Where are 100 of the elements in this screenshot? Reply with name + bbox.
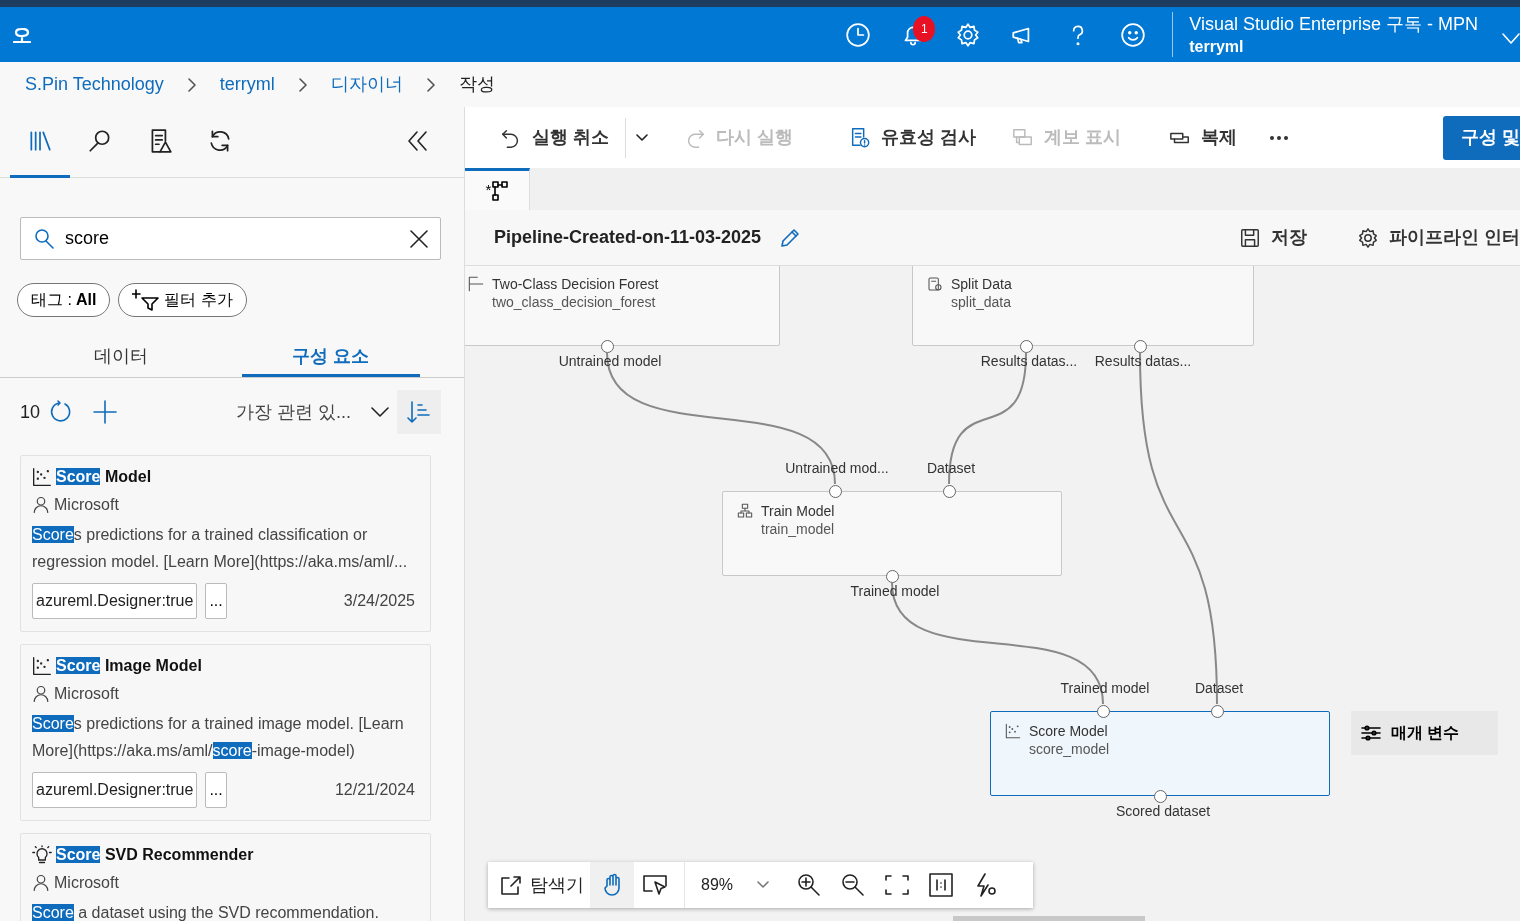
node-title: Split Data xyxy=(951,275,1012,293)
chevron-down-icon[interactable] xyxy=(636,133,648,142)
submit-button[interactable]: 구성 및 xyxy=(1443,115,1520,160)
undo-button[interactable]: 실행 취소 xyxy=(500,124,609,151)
port-label: Untrained mod... xyxy=(785,459,889,477)
tag-filter-chip[interactable]: 태그 : All xyxy=(17,283,111,317)
flowchart-icon xyxy=(737,503,753,519)
port-label: Results datas... xyxy=(980,352,1078,370)
port-label: Results datas... xyxy=(1094,352,1192,370)
sliders-icon xyxy=(1361,724,1381,742)
person-icon xyxy=(32,685,50,703)
search-icon xyxy=(32,227,56,251)
hand-icon xyxy=(602,873,622,897)
tag-chip: azureml.Designer:true xyxy=(32,583,198,619)
more-button[interactable] xyxy=(1269,134,1290,141)
subscription-name: Visual Studio Enterprise 구독 - MPN xyxy=(1189,12,1478,36)
port-label: Trained model xyxy=(1060,679,1150,697)
node-subtitle: score_model xyxy=(1029,740,1110,758)
chevron-down-icon[interactable] xyxy=(371,407,389,417)
category-tab[interactable]: 데이터 xyxy=(0,339,242,377)
result-count: 10 xyxy=(20,400,41,424)
sort-order-button[interactable] xyxy=(397,390,441,434)
component-card[interactable]: Score Image Model Microsoft Scores predictions for a trained image model. [Learn More](https://aka.ms/aml/score-image-model) azureml.Designer:true ... 12/21/2024 xyxy=(20,644,431,821)
sort-dropdown[interactable]: 가장 관련 있... xyxy=(236,398,351,426)
port-label: Scored dataset xyxy=(1115,802,1211,820)
modified-date: 3/24/2025 xyxy=(343,591,415,611)
node-title: Train Model xyxy=(761,502,835,520)
breadcrumb-link[interactable]: terryml xyxy=(219,71,275,98)
node-subtitle: two_class_decision_forest xyxy=(492,293,657,311)
parameters-button[interactable]: 매개 변수 xyxy=(1351,711,1498,755)
more-tags-button[interactable]: ... xyxy=(205,583,227,619)
smiley-icon xyxy=(1120,21,1147,48)
zoom-level[interactable]: 89% xyxy=(701,873,734,897)
add-filter-button[interactable]: 필터 추가 xyxy=(118,283,247,317)
port-label: Trained model xyxy=(850,582,940,600)
edit-icon[interactable] xyxy=(779,226,802,249)
add-filter-icon xyxy=(132,288,161,312)
zoom-in-icon xyxy=(797,873,822,897)
component-title: Score Image Model xyxy=(56,656,202,676)
author-name: Microsoft xyxy=(54,684,119,704)
fit-to-screen-icon xyxy=(885,873,910,897)
notification-badge: 1 xyxy=(913,15,936,42)
pointer-screen-icon xyxy=(643,874,669,896)
chevron-right-icon xyxy=(298,77,307,92)
port-label: Dataset xyxy=(926,459,976,477)
scatter-chart-icon xyxy=(32,656,52,676)
module-node[interactable]: Train Model train_model xyxy=(722,491,1062,576)
category-tab[interactable]: 구성 요소 xyxy=(242,339,420,377)
explorer-button[interactable]: 탐색기 xyxy=(488,862,590,908)
port-label: Untrained model xyxy=(558,352,662,370)
component-title: Score Model xyxy=(56,467,152,487)
component-description: Scores predictions for a trained image model. [Learn More](https://aka.ms/aml/score-image-model) xyxy=(32,714,405,761)
breadcrumb-link[interactable]: S.Pin Technology xyxy=(25,71,164,98)
module-node[interactable]: Score Model score_model xyxy=(990,711,1330,796)
component-card[interactable]: Score SVD Recommender Microsoft Score a dataset using the SVD recommendation. xyxy=(20,833,431,921)
data-split-icon xyxy=(927,276,943,292)
sort-icon xyxy=(407,400,431,424)
author-name: Microsoft xyxy=(54,495,119,515)
zoom-out-icon xyxy=(841,873,866,897)
node-subtitle: train_model xyxy=(761,520,835,538)
double-chevron-left-icon xyxy=(406,129,430,153)
search-field[interactable]: score xyxy=(20,217,441,260)
validate-button[interactable]: 유효성 검사 xyxy=(849,124,977,151)
pipeline-tab[interactable]: * xyxy=(465,168,530,210)
save-button[interactable]: 저장 xyxy=(1239,224,1307,251)
clone-button[interactable]: 복제 xyxy=(1169,124,1238,151)
settings-icon xyxy=(955,21,982,48)
module-node[interactable]: Split Data split_data xyxy=(912,266,1254,346)
port-label: Dataset xyxy=(1194,679,1244,697)
more-tags-button[interactable]: ... xyxy=(205,772,227,808)
pan-mode-button[interactable] xyxy=(590,862,634,908)
checklist-icon xyxy=(849,126,872,149)
chevron-right-icon xyxy=(426,77,435,92)
settings-button[interactable]: 파이프라인 인터 xyxy=(1357,224,1520,251)
module-node[interactable]: Two-Class Decision Forest two_class_decision_forest xyxy=(465,266,780,346)
add-icon[interactable] xyxy=(93,400,118,424)
component-card[interactable]: Score Model Microsoft Scores predictions for a trained classification or regression model. [Learn More](https://aka.ms/aml/... azureml.Designer:true ... 3/24/2025 xyxy=(20,455,431,632)
pipeline-icon xyxy=(492,180,509,201)
close-icon[interactable] xyxy=(409,229,429,249)
chevron-right-icon xyxy=(187,77,196,92)
save-icon xyxy=(1239,226,1261,249)
person-icon xyxy=(32,874,50,892)
breadcrumb-link[interactable]: 디자이너 xyxy=(330,71,403,98)
app-title: 오 xyxy=(12,22,32,48)
pipeline-name: Pipeline-Created-on-11-03-2025 xyxy=(494,226,762,249)
node-title: Two-Class Decision Forest xyxy=(492,275,659,293)
expand-icon xyxy=(500,875,522,895)
more-icon xyxy=(1269,134,1290,141)
component-description: Score a dataset using the SVD recommendation. xyxy=(32,903,380,921)
clock-icon xyxy=(845,21,872,48)
actual-size-icon xyxy=(929,873,954,897)
scatter-chart-icon xyxy=(1005,723,1021,739)
scrollbar[interactable] xyxy=(953,916,1145,921)
settings-icon xyxy=(1357,226,1379,249)
notifications-button[interactable]: 1 xyxy=(893,14,934,55)
node-subtitle: split_data xyxy=(951,293,1012,311)
component-title: Score SVD Recommender xyxy=(56,845,254,865)
person-icon xyxy=(32,496,50,514)
scatter-chart-icon xyxy=(32,467,52,487)
author-name: Microsoft xyxy=(54,873,119,893)
